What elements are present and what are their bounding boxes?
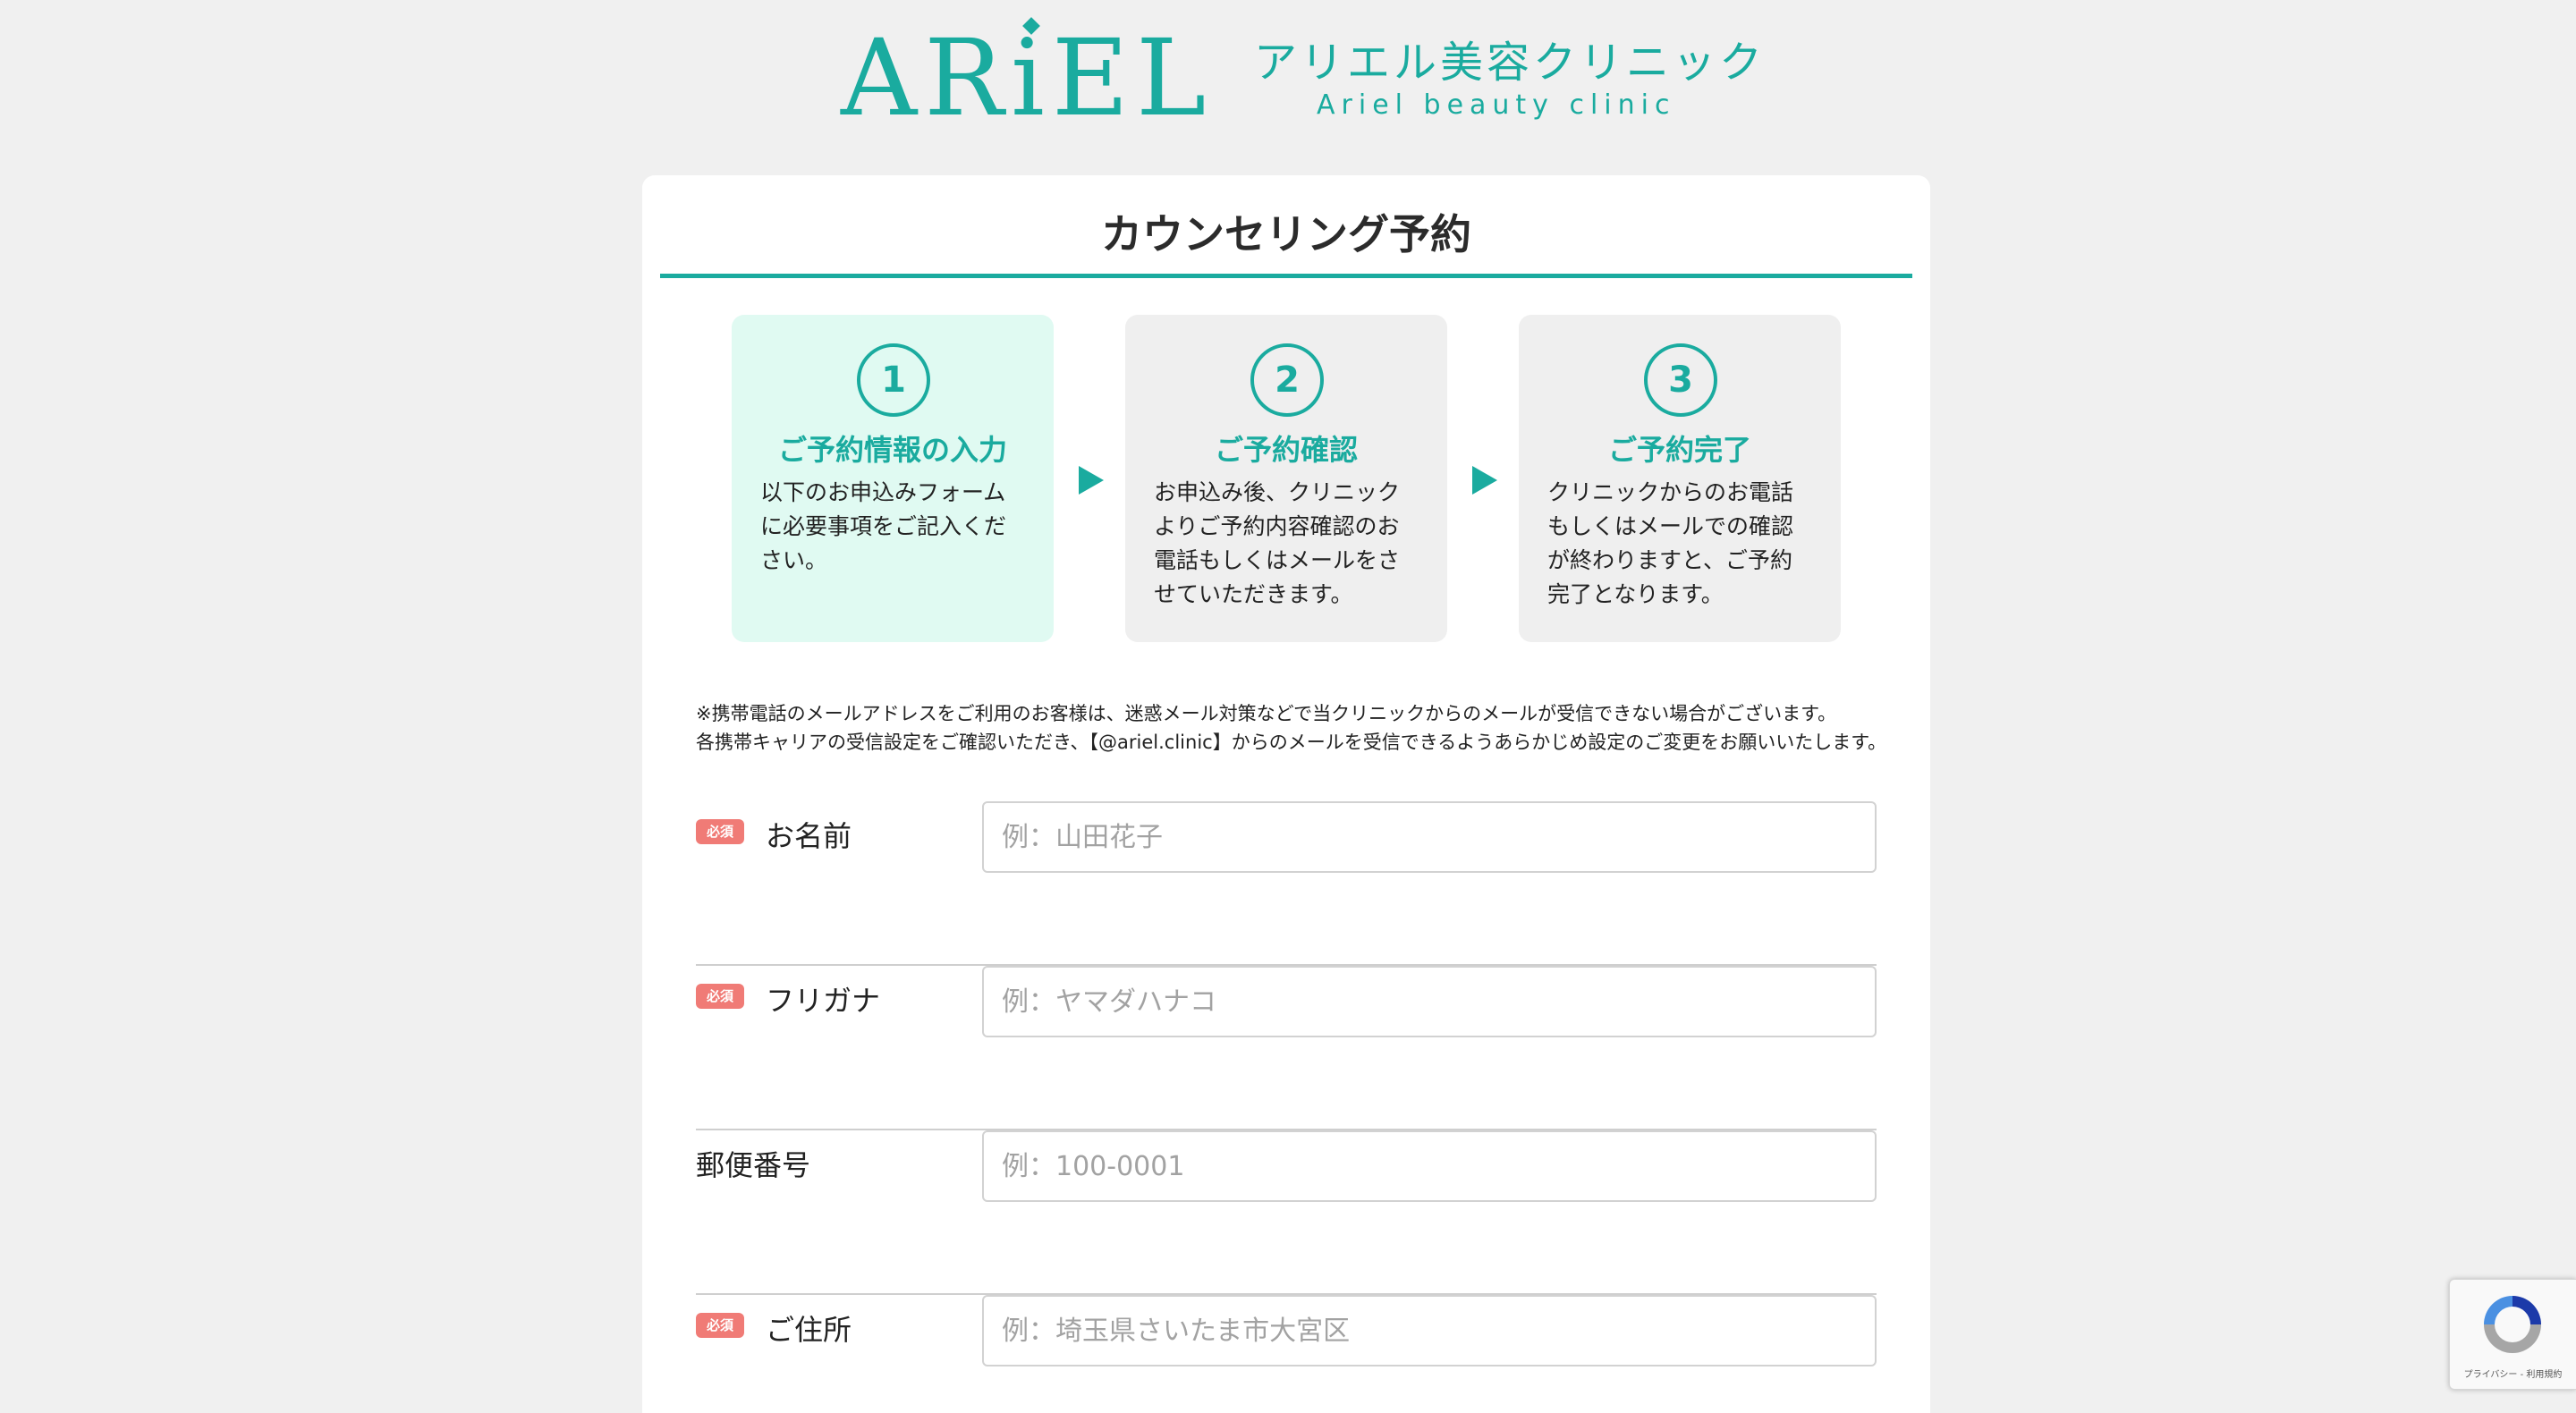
step-3: 3 ご予約完了 クリニックからのお電話もしくはメールでの確認が終わりますと、ご予… (1519, 315, 1841, 642)
page: ARiEL アリエル美容クリニック Ariel beauty clinic カウ… (0, 0, 2576, 1413)
furigana-input[interactable] (982, 966, 1877, 1037)
step-1: 1 ご予約情報の入力 以下のお申込みフォームに必要事項をご記入ください。 (732, 315, 1054, 642)
page-title: カウンセリング予約 (1101, 210, 1471, 258)
required-badge: 必須 (696, 819, 744, 844)
form-row-postal-code: 郵便番号 (696, 1130, 1877, 1295)
step-description: クリニックからのお電話もしくはメールでの確認が終わりますと、ご予約完了となります… (1547, 479, 1794, 607)
recaptcha-badge[interactable]: プライバシー - 利用規約 (2449, 1279, 2576, 1390)
step-description: 以下のお申込みフォームに必要事項をご記入ください。 (760, 479, 1007, 573)
step-title: ご予約確認 (1214, 433, 1358, 467)
logo-mark: ARiEL (841, 16, 1214, 140)
logo-name-en: Ariel beauty clinic (1317, 89, 1676, 121)
name-input[interactable] (982, 801, 1877, 873)
recaptcha-logo-icon (2484, 1296, 2541, 1353)
clinic-logo[interactable]: ARiEL アリエル美容クリニック Ariel beauty clinic (841, 16, 1762, 140)
reservation-card: カウンセリング予約 1 ご予約情報の入力 以下のお申込みフォームに必要事項をご記… (642, 175, 1930, 1413)
step-description: お申込み後、クリニックよりご予約内容確認のお電話もしくはメールをさせていただきま… (1154, 479, 1401, 607)
step-number-icon: 2 (1250, 343, 1324, 417)
notice-line-1: ※携帯電話のメールアドレスをご利用のお客様は、迷惑メール対策などで当クリニックか… (696, 703, 1837, 724)
form-row-name: 必須 お名前 (696, 801, 1877, 966)
title-underline (660, 274, 1912, 278)
name-label: お名前 (766, 819, 852, 853)
postal-code-input[interactable] (982, 1130, 1877, 1202)
logo-name-ja: アリエル美容クリニック (1254, 38, 1767, 88)
step-number-icon: 3 (1644, 343, 1717, 417)
address-input[interactable] (982, 1295, 1877, 1366)
step-title: ご予約情報の入力 (777, 433, 1007, 467)
step-arrow-icon (1079, 466, 1104, 495)
address-label: ご住所 (766, 1313, 852, 1347)
recaptcha-links[interactable]: プライバシー - 利用規約 (2450, 1366, 2576, 1380)
form-row-address: 必須 ご住所 (696, 1295, 1877, 1413)
form-row-furigana: 必須 フリガナ (696, 966, 1877, 1130)
furigana-label: フリガナ (766, 984, 881, 1018)
required-badge: 必須 (696, 1313, 744, 1338)
step-arrow-icon (1472, 466, 1497, 495)
step-title: ご予約完了 (1607, 433, 1751, 467)
required-badge: 必須 (696, 984, 744, 1009)
step-number-icon: 1 (857, 343, 930, 417)
email-notice: ※携帯電話のメールアドレスをご利用のお客様は、迷惑メール対策などで当クリニックか… (696, 699, 1894, 757)
postal-code-label: 郵便番号 (696, 1148, 811, 1182)
notice-line-2: 各携帯キャリアの受信設定をご確認いただき、【@ariel.clinic】からのメ… (696, 732, 1887, 753)
step-2: 2 ご予約確認 お申込み後、クリニックよりご予約内容確認のお電話もしくはメールを… (1125, 315, 1447, 642)
